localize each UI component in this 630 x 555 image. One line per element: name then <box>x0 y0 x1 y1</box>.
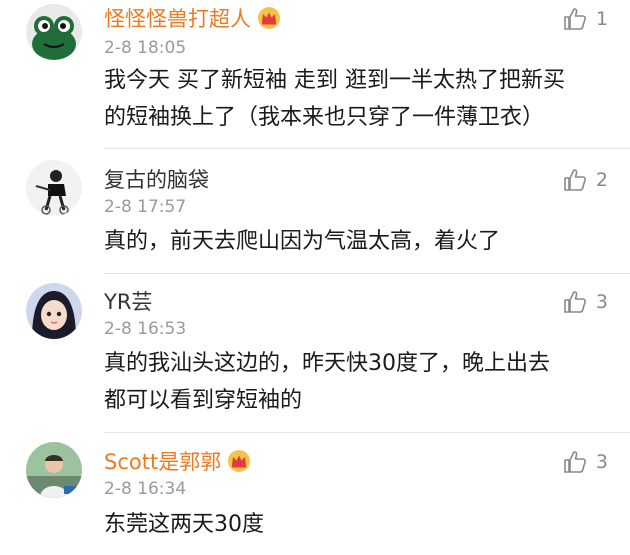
timestamp: 2-8 17:57 <box>104 197 187 217</box>
avatar[interactable] <box>26 283 82 339</box>
thumbs-up-icon <box>564 291 586 313</box>
like-button[interactable]: 3 <box>562 449 608 475</box>
comment-line: 都可以看到穿短袖的 <box>104 388 303 413</box>
like-count: 1 <box>595 8 608 30</box>
avatar[interactable] <box>26 160 82 216</box>
like-count: 2 <box>595 169 608 191</box>
frog-avatar-icon <box>26 4 82 60</box>
like-count: 3 <box>595 451 608 473</box>
username-text[interactable]: Scott是郭郭 <box>104 450 221 474</box>
comment-line: 的短袖换上了（我本来也只穿了一件薄卫衣） <box>104 105 545 130</box>
divider <box>104 273 630 274</box>
timestamp: 2-8 16:53 <box>104 319 187 339</box>
timestamp: 2-8 18:05 <box>104 38 187 58</box>
like-button[interactable]: 2 <box>562 167 608 193</box>
crown-badge-icon <box>228 450 251 472</box>
avatar[interactable] <box>26 442 82 498</box>
divider <box>104 148 630 149</box>
comment-text: 东莞这两天30度 <box>104 506 604 543</box>
girl-avatar-icon <box>26 283 82 339</box>
username[interactable]: 怪怪怪兽打超人 <box>104 6 281 32</box>
username-text[interactable]: 复古的脑袋 <box>104 168 209 192</box>
person-avatar-icon <box>26 160 82 216</box>
like-count: 3 <box>595 291 608 313</box>
comment-line: 真的我汕头这边的，昨天快30度了，晚上出去 <box>104 351 550 376</box>
comment-text: 真的我汕头这边的，昨天快30度了，晚上出去 都可以看到穿短袖的 <box>104 345 604 419</box>
username[interactable]: Scott是郭郭 <box>104 449 251 475</box>
thumbs-up-icon <box>564 169 586 191</box>
avatar[interactable] <box>26 4 82 60</box>
timestamp: 2-8 16:34 <box>104 479 187 499</box>
like-button[interactable]: 3 <box>562 289 608 315</box>
crown-badge-icon <box>258 7 280 29</box>
comment-line: 我今天 买了新短袖 走到 逛到一半太热了把新买 <box>104 68 565 93</box>
comment-line: 真的，前天去爬山因为气温太高，着火了 <box>104 229 501 254</box>
like-button[interactable]: 1 <box>562 6 608 32</box>
username[interactable]: YR芸 <box>104 289 152 315</box>
thumbs-up-icon <box>564 8 586 30</box>
divider <box>104 432 630 433</box>
username-text[interactable]: YR芸 <box>104 290 152 314</box>
username[interactable]: 复古的脑袋 <box>104 167 209 193</box>
username-text[interactable]: 怪怪怪兽打超人 <box>104 7 251 31</box>
comment-text: 真的，前天去爬山因为气温太高，着火了 <box>104 223 604 260</box>
comment-text: 我今天 买了新短袖 走到 逛到一半太热了把新买 的短袖换上了（我本来也只穿了一件… <box>104 62 604 136</box>
thumbs-up-icon <box>564 451 586 473</box>
man-avatar-icon <box>26 442 82 498</box>
comment-line: 东莞这两天30度 <box>104 512 264 537</box>
